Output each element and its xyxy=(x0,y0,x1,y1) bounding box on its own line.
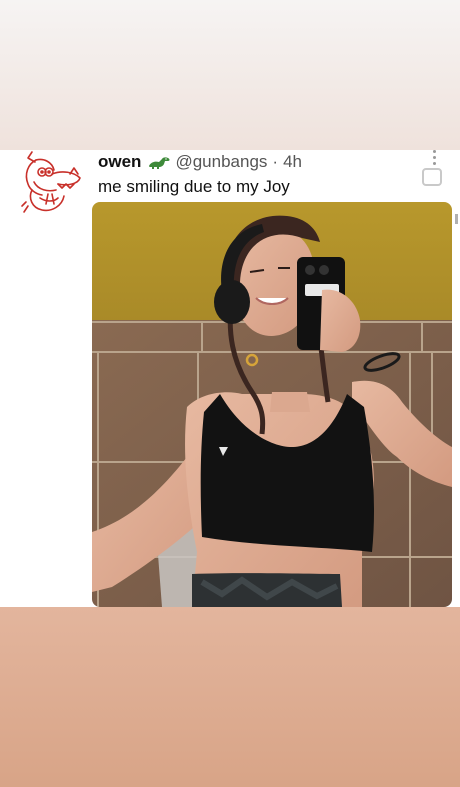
scrollbar[interactable] xyxy=(455,214,458,224)
tweet-text: me smiling due to my Joy xyxy=(98,177,290,196)
tweet-header: owen @gunbangs · 4h xyxy=(98,152,302,172)
share-icon[interactable] xyxy=(422,168,442,186)
mirror-selfie-illustration xyxy=(92,202,452,607)
more-options-icon[interactable] xyxy=(433,150,437,168)
user-handle[interactable]: @gunbangs xyxy=(175,152,267,172)
story-background-bottom xyxy=(0,607,460,787)
dragon-doodle-icon xyxy=(21,151,81,213)
story-background-top xyxy=(0,0,460,150)
tweet-card[interactable]: owen @gunbangs · 4h me smiling due to my… xyxy=(0,150,460,607)
separator-dot: · xyxy=(272,152,279,171)
tweet-photo[interactable] xyxy=(92,202,452,607)
timestamp[interactable]: 4h xyxy=(283,152,302,172)
display-name[interactable]: owen xyxy=(98,152,141,172)
dinosaur-icon xyxy=(149,157,170,169)
avatar[interactable] xyxy=(18,150,86,218)
